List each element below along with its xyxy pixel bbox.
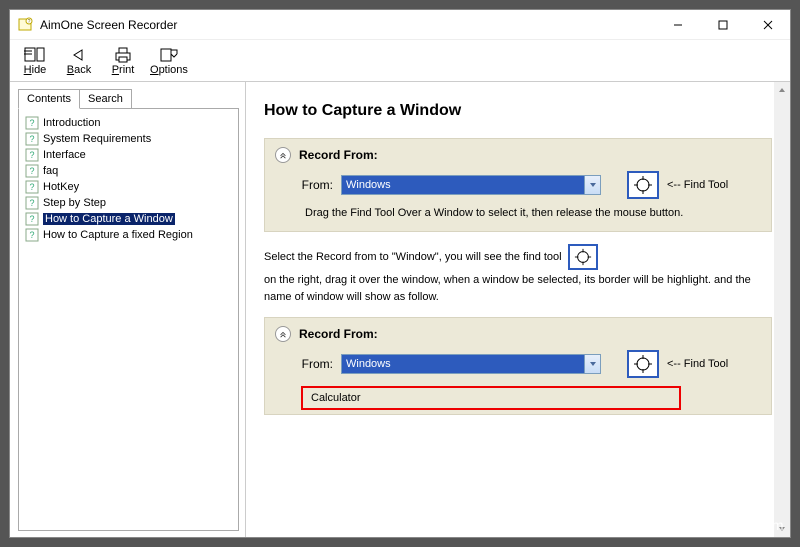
help-topic-icon: ? xyxy=(25,116,39,130)
minimize-button[interactable] xyxy=(655,10,700,39)
tree-item[interactable]: ?System Requirements xyxy=(21,131,236,147)
from-label: From: xyxy=(299,357,333,371)
back-icon xyxy=(68,46,90,64)
help-topic-icon: ? xyxy=(25,132,39,146)
group1-hint: Drag the Find Tool Over a Window to sele… xyxy=(275,199,761,219)
from-combobox[interactable]: Windows xyxy=(341,175,601,195)
app-icon: ? xyxy=(18,17,34,33)
help-topic-icon: ? xyxy=(25,148,39,162)
selected-window-highlight: Calculator xyxy=(301,386,681,410)
hide-remainder: ide xyxy=(32,64,47,76)
window-controls xyxy=(655,10,790,39)
sidebar: Contents Search ?Introduction ?System Re… xyxy=(10,82,246,537)
group-title: Record From: xyxy=(299,327,378,341)
find-tool-label: <-- Find Tool xyxy=(667,358,728,370)
window-title: AimOne Screen Recorder xyxy=(40,18,655,32)
vertical-scrollbar[interactable] xyxy=(774,82,790,537)
tree-item[interactable]: ?faq xyxy=(21,163,236,179)
svg-text:?: ? xyxy=(29,166,34,176)
help-topic-icon: ? xyxy=(25,196,39,210)
options-button[interactable]: Options xyxy=(150,46,188,76)
help-topic-icon: ? xyxy=(25,212,39,226)
record-from-group-2: Record From: From: Windows <-- Find Tool xyxy=(264,317,772,415)
hide-icon xyxy=(24,46,46,64)
from-value: Windows xyxy=(342,355,584,373)
find-tool-icon[interactable] xyxy=(627,350,659,378)
from-value: Windows xyxy=(342,176,584,194)
svg-text:?: ? xyxy=(29,198,34,208)
record-from-group-1: Record From: From: Windows <-- Find Tool xyxy=(264,138,772,232)
page-heading: How to Capture a Window xyxy=(264,102,772,120)
print-icon xyxy=(112,46,134,64)
maximize-button[interactable] xyxy=(700,10,745,39)
svg-text:?: ? xyxy=(29,230,34,240)
tree-item[interactable]: ?How to Capture a fixed Region xyxy=(21,227,236,243)
collapse-icon[interactable] xyxy=(275,147,291,163)
close-button[interactable] xyxy=(745,10,790,39)
print-button[interactable]: Print xyxy=(106,46,140,76)
from-combobox[interactable]: Windows xyxy=(341,354,601,374)
help-topic-icon: ? xyxy=(25,164,39,178)
group-title: Record From: xyxy=(299,148,378,162)
sidebar-tabs: Contents Search xyxy=(18,88,239,108)
toolbar: Hide Back Print Options xyxy=(10,40,790,82)
options-icon xyxy=(158,46,180,64)
tree-item[interactable]: ?Interface xyxy=(21,147,236,163)
svg-text:?: ? xyxy=(29,214,34,224)
app-window: ? AimOne Screen Recorder Hide Ba xyxy=(9,9,791,538)
svg-text:?: ? xyxy=(29,134,34,144)
from-label: From: xyxy=(299,178,333,192)
tree-item[interactable]: ?HotKey xyxy=(21,179,236,195)
tree-item[interactable]: ?Introduction xyxy=(21,115,236,131)
scroll-up-icon[interactable] xyxy=(774,82,790,98)
watermark: LO4D.com xyxy=(713,517,784,533)
help-topic-icon: ? xyxy=(25,180,39,194)
chevron-down-icon[interactable] xyxy=(584,176,600,194)
help-topic-icon: ? xyxy=(25,228,39,242)
titlebar: ? AimOne Screen Recorder xyxy=(10,10,790,40)
tree-item[interactable]: ?Step by Step xyxy=(21,195,236,211)
svg-text:?: ? xyxy=(29,150,34,160)
tab-contents[interactable]: Contents xyxy=(18,89,80,109)
collapse-icon[interactable] xyxy=(275,326,291,342)
tab-search[interactable]: Search xyxy=(79,89,132,109)
content-pane: How to Capture a Window Record From: Fro… xyxy=(246,82,790,537)
selected-window-name: Calculator xyxy=(311,392,361,404)
hide-button[interactable]: Hide xyxy=(18,46,52,76)
back-button[interactable]: Back xyxy=(62,46,96,76)
contents-tree[interactable]: ?Introduction ?System Requirements ?Inte… xyxy=(18,108,239,531)
svg-text:?: ? xyxy=(29,182,34,192)
find-tool-icon-inline xyxy=(568,244,598,270)
chevron-down-icon[interactable] xyxy=(584,355,600,373)
tree-item-selected[interactable]: ?How to Capture a Window xyxy=(21,211,236,227)
instruction-paragraph: Select the Record from to "Window", you … xyxy=(264,244,772,305)
svg-text:?: ? xyxy=(29,118,34,128)
find-tool-icon[interactable] xyxy=(627,171,659,199)
main-area: Contents Search ?Introduction ?System Re… xyxy=(10,82,790,537)
find-tool-label: <-- Find Tool xyxy=(667,179,728,191)
svg-text:?: ? xyxy=(28,19,31,25)
